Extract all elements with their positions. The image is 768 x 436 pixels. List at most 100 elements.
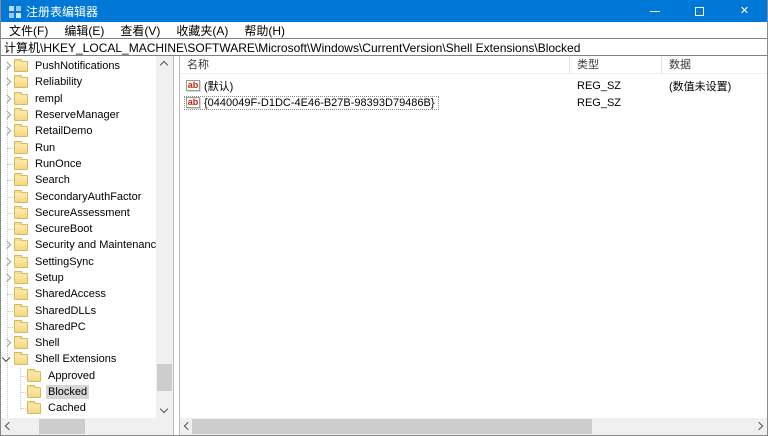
chevron-right-icon[interactable] — [3, 94, 11, 102]
value-row[interactable]: ab{0440049F-D1DC-4E46-B27B-98393D79486B}… — [180, 94, 767, 111]
tree-item-retaildemo[interactable]: RetailDemo — [1, 123, 156, 139]
list-horizontal-scrollbar[interactable] — [180, 418, 767, 435]
scroll-right-icon[interactable] — [755, 422, 763, 430]
tree-connector-stub — [7, 229, 13, 230]
chevron-right-icon[interactable] — [3, 62, 11, 70]
tree-rows: PushNotificationsReliabilityremplReserve… — [1, 56, 156, 418]
folder-icon — [14, 175, 28, 186]
menu-edit[interactable]: 编辑(E) — [56, 22, 112, 39]
chevron-right-icon[interactable] — [3, 273, 11, 281]
tree-panel: PushNotificationsReliabilityremplReserve… — [1, 56, 173, 435]
tree-item-sharedpc[interactable]: SharedPC — [1, 319, 156, 335]
tree-vscroll-thumb[interactable] — [157, 364, 172, 391]
tree-connector-stub — [7, 164, 13, 165]
scroll-left-icon[interactable] — [184, 422, 192, 430]
tree-item-secureassessment[interactable]: SecureAssessment — [1, 205, 156, 221]
tree-item-label: SharedDLLs — [33, 304, 98, 318]
tree-item-label: SharedPC — [33, 320, 88, 334]
chevron-right-icon[interactable] — [3, 241, 11, 249]
tree-item-pushnotifications[interactable]: PushNotifications — [1, 58, 156, 74]
tree-item-label: Cached — [46, 401, 88, 415]
address-input[interactable] — [1, 38, 767, 56]
tree-item-shell[interactable]: Shell — [1, 335, 156, 351]
maximize-icon — [695, 7, 704, 16]
folder-icon — [14, 159, 28, 170]
tree-item-cached[interactable]: Cached — [1, 400, 156, 416]
chevron-right-icon[interactable] — [3, 127, 11, 135]
tree-item-rempl[interactable]: rempl — [1, 91, 156, 107]
folder-icon — [14, 289, 28, 300]
tree-item-runonce[interactable]: RunOnce — [1, 156, 156, 172]
panel-splitter[interactable] — [173, 56, 180, 435]
tree-item-blocked[interactable]: Blocked — [1, 384, 156, 400]
menu-help[interactable]: 帮助(H) — [236, 22, 293, 39]
tree-item-label: Run — [33, 141, 57, 155]
tree-item-setup[interactable]: Setup — [1, 270, 156, 286]
scroll-left-icon[interactable] — [5, 422, 13, 430]
folder-icon — [14, 61, 28, 72]
tree-item-secureboot[interactable]: SecureBoot — [1, 221, 156, 237]
tree-item-label: SecondaryAuthFactor — [33, 190, 143, 204]
chevron-down-icon[interactable] — [2, 354, 10, 362]
tree-item-shareddlls[interactable]: SharedDLLs — [1, 302, 156, 318]
tree-item-label: SecureAssessment — [33, 206, 132, 220]
scroll-down-icon[interactable] — [160, 405, 168, 413]
minimize-button[interactable] — [632, 0, 677, 22]
address-bar — [1, 38, 767, 56]
tree-connector-stub — [20, 408, 26, 409]
folder-icon — [14, 306, 28, 317]
tree-item-reliability[interactable]: Reliability — [1, 74, 156, 90]
folder-icon — [14, 338, 28, 349]
chevron-right-icon[interactable] — [3, 339, 11, 347]
list-rows: ab(默认)REG_SZ(数值未设置)ab{0440049F-D1DC-4E46… — [180, 74, 767, 111]
folder-icon — [14, 257, 28, 268]
tree-item-label: SharedAccess — [33, 287, 108, 301]
tree-item-shell-extensions[interactable]: Shell Extensions — [1, 351, 156, 367]
tree-connector-stub — [7, 148, 13, 149]
window-title: 注册表编辑器 — [26, 3, 98, 20]
folder-icon — [14, 273, 28, 284]
tree-item-settingsync[interactable]: SettingSync — [1, 254, 156, 270]
tree-item-label: Shell Extensions — [33, 352, 118, 366]
menu-view[interactable]: 查看(V) — [112, 22, 168, 39]
value-type: REG_SZ — [570, 97, 662, 109]
tree-horizontal-scrollbar[interactable] — [1, 418, 173, 435]
folder-icon — [14, 224, 28, 235]
tree-hscroll-thumb[interactable] — [39, 419, 85, 434]
tree-connector-stub — [7, 294, 13, 295]
folder-icon — [14, 143, 28, 154]
tree-item-reservemanager[interactable]: ReserveManager — [1, 107, 156, 123]
list-hscroll-thumb[interactable] — [192, 419, 592, 434]
column-header-type[interactable]: 类型 — [570, 56, 662, 74]
value-name[interactable]: ab{0440049F-D1DC-4E46-B27B-98393D79486B} — [184, 96, 439, 110]
tree-item-label: ReserveManager — [33, 108, 121, 122]
column-header-data[interactable]: 数据 — [662, 56, 767, 74]
values-panel: 名称 类型 数据 ab(默认)REG_SZ(数值未设置)ab{0440049F-… — [180, 56, 767, 435]
close-button[interactable]: ✕ — [722, 0, 767, 22]
tree-item-approved[interactable]: Approved — [1, 368, 156, 384]
tree-connector-stub — [20, 376, 26, 377]
scroll-up-icon[interactable] — [160, 61, 168, 69]
maximize-button[interactable] — [677, 0, 722, 22]
chevron-right-icon[interactable] — [3, 78, 11, 86]
window-controls: ✕ — [632, 0, 767, 22]
tree-item-search[interactable]: Search — [1, 172, 156, 188]
registry-app-icon — [8, 5, 21, 18]
value-type: REG_SZ — [570, 80, 662, 92]
tree-item-label: RunOnce — [33, 157, 83, 171]
tree-item-label: Shell — [33, 336, 61, 350]
tree-item-run[interactable]: Run — [1, 139, 156, 155]
column-header-name[interactable]: 名称 — [180, 56, 570, 74]
tree-item-secondaryauthfactor[interactable]: SecondaryAuthFactor — [1, 188, 156, 204]
chevron-right-icon[interactable] — [3, 110, 11, 118]
title-bar: 注册表编辑器 ✕ — [1, 0, 767, 22]
value-row[interactable]: ab(默认)REG_SZ(数值未设置) — [180, 77, 767, 94]
menu-favorites[interactable]: 收藏夹(A) — [168, 22, 236, 39]
tree-item-sharedaccess[interactable]: SharedAccess — [1, 286, 156, 302]
chevron-right-icon[interactable] — [3, 257, 11, 265]
folder-icon — [14, 240, 28, 251]
tree-vertical-scrollbar[interactable] — [156, 56, 173, 418]
tree-item-security-and-maintenance[interactable]: Security and Maintenance — [1, 237, 156, 253]
menu-file[interactable]: 文件(F) — [1, 22, 56, 39]
value-name[interactable]: ab(默认) — [184, 77, 237, 95]
